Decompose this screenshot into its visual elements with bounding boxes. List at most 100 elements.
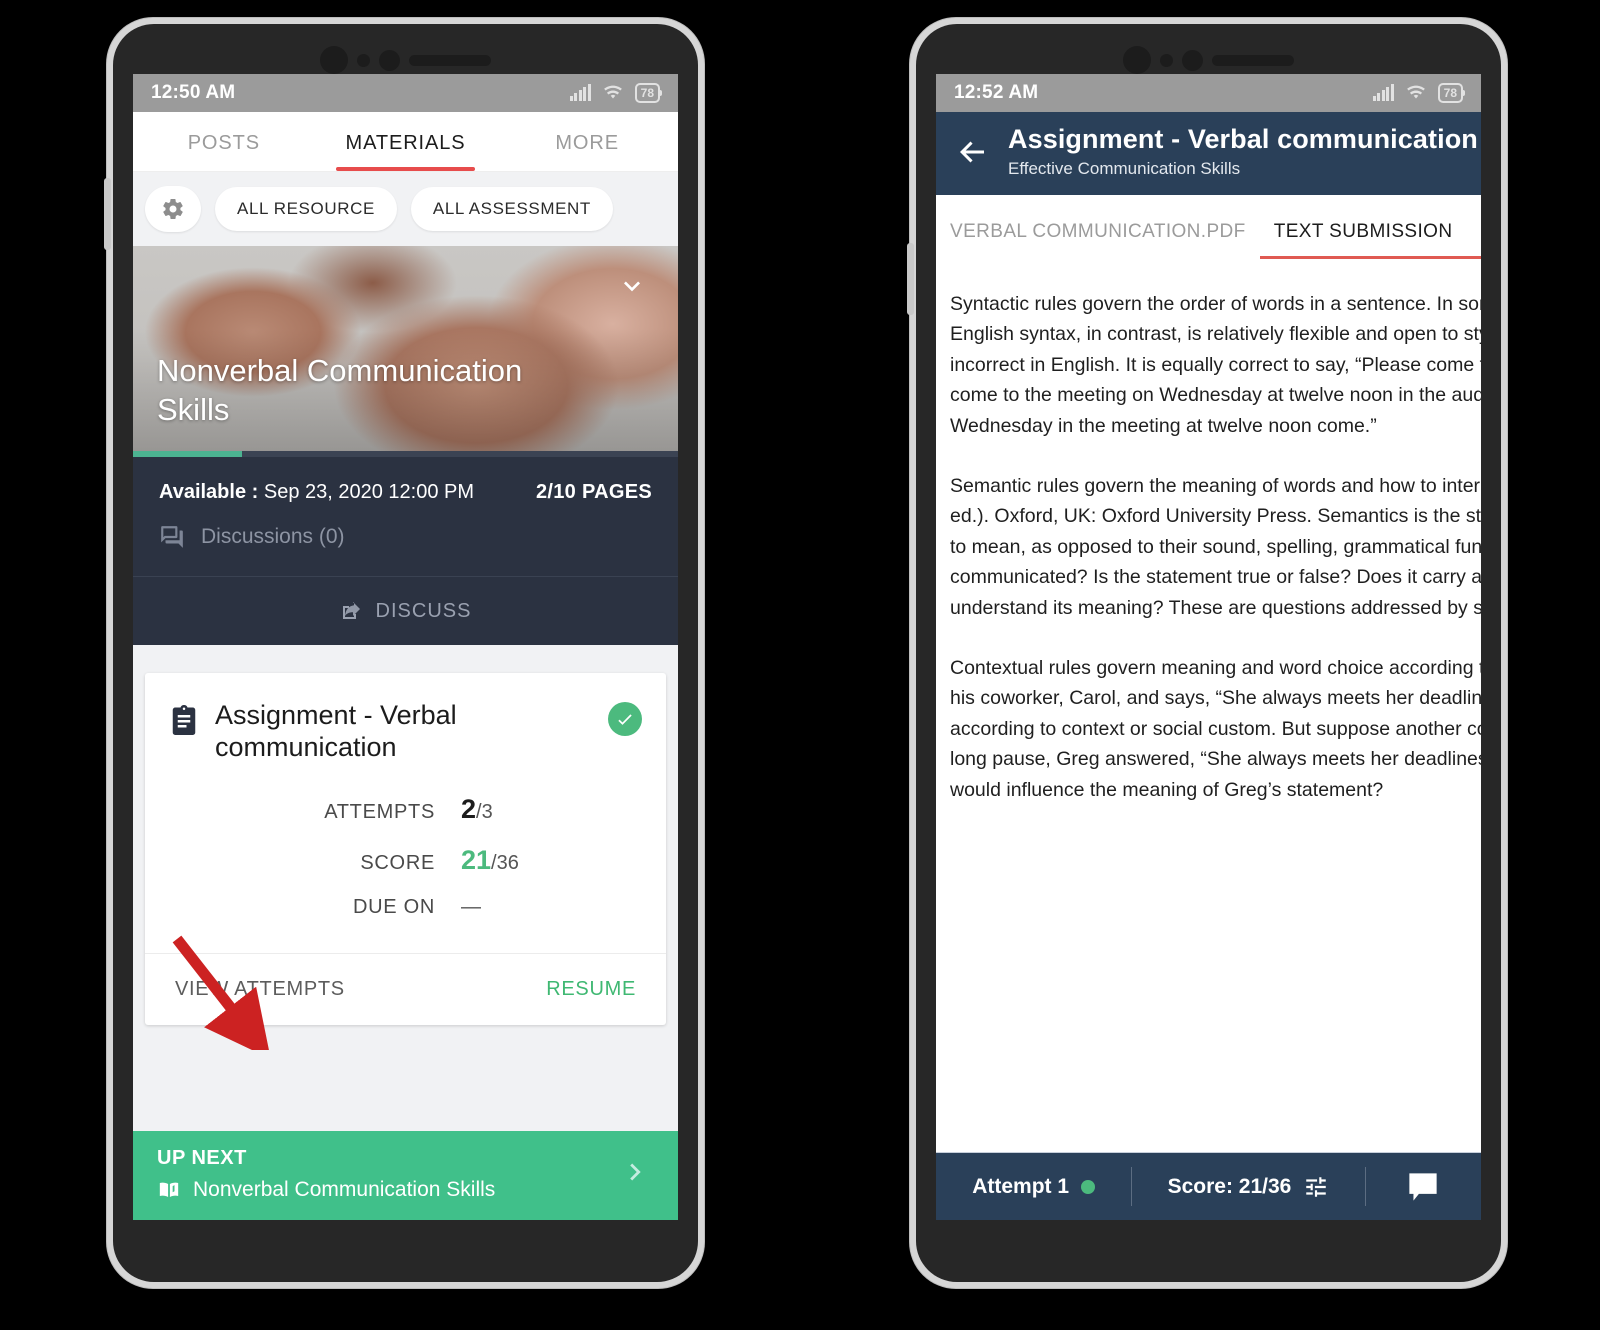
right-status-bar: 12:52 AM 78 <box>936 74 1481 112</box>
chat-button[interactable] <box>1366 1153 1481 1220</box>
up-next-text: UP NEXT Nonverbal Communication Skills <box>157 1147 495 1202</box>
right-phone-bezel: 12:52 AM 78 Assignment - Verbal communic… <box>916 24 1501 1282</box>
assignment-card[interactable]: Assignment - Verbal communication ATTEMP… <box>145 673 666 1025</box>
resume-button[interactable]: RESUME <box>546 978 636 1001</box>
assignment-title: Assignment - Verbal communication <box>215 700 457 763</box>
submission-line: to mean, as opposed to their sound, spel… <box>950 535 1481 558</box>
wifi-icon <box>602 83 624 104</box>
handshake-cover-image: Nonverbal Communication Skills <box>133 246 678 451</box>
chevron-down-icon[interactable] <box>616 270 648 302</box>
status-icons: 78 <box>569 83 663 104</box>
status-dot-icon <box>1081 1179 1096 1194</box>
right-phone-device: 12:52 AM 78 Assignment - Verbal communic… <box>907 18 1507 1288</box>
discuss-button[interactable]: DISCUSS <box>133 577 678 645</box>
materials-list: Nonverbal Communication Skills Available… <box>133 246 678 1131</box>
pages-count: 2/10 PAGES <box>535 481 652 503</box>
chevron-right-icon[interactable] <box>620 1155 654 1194</box>
tab-materials[interactable]: MATERIALS <box>315 112 497 171</box>
status-time: 12:52 AM <box>954 82 1039 103</box>
check-circle-icon <box>608 702 642 736</box>
left-status-bar: 12:50 AM 78 <box>133 74 678 112</box>
assignment-header: Assignment - Verbal communication <box>145 673 666 764</box>
signal-bars-icon <box>569 84 591 101</box>
submission-line: ed.). Oxford, UK: Oxford University Pres… <box>950 505 1481 528</box>
status-time: 12:50 AM <box>151 82 236 103</box>
assignment-stats: ATTEMPTS 2/3 SCORE 21/36 DUE ON — <box>145 764 666 953</box>
score-button[interactable]: Score: 21/36 <box>1132 1153 1364 1220</box>
submission-text-body: Syntactic rules govern the order of word… <box>936 259 1481 1152</box>
discuss-label: DISCUSS <box>375 599 472 622</box>
earpiece-speaker <box>409 54 491 66</box>
up-next-kicker: UP NEXT <box>157 1147 247 1169</box>
stat-label-due-on: DUE ON <box>353 895 435 918</box>
stat-value-attempts: 2/3 <box>461 793 493 824</box>
app-bar: Assignment - Verbal communication Effect… <box>936 112 1481 195</box>
top-tab-bar: POSTS MATERIALS MORE <box>133 112 678 172</box>
left-phone-side-button[interactable] <box>104 178 111 250</box>
submission-line: Contextual rules govern meaning and word… <box>950 657 1481 680</box>
submission-line: incorrect in English. It is equally corr… <box>950 353 1481 376</box>
available-text: Available : Sep 23, 2020 12:00 PM <box>159 481 474 504</box>
front-camera-icon <box>1123 46 1151 74</box>
screenshot-stage: 12:50 AM 78 POSTS MATERIALS MORE ALL RES… <box>0 0 1600 1330</box>
sensor-icon <box>1160 53 1173 67</box>
left-phone-screen: 12:50 AM 78 POSTS MATERIALS MORE ALL RES… <box>133 74 678 1220</box>
submission-paragraph: Contextual rules govern meaning and word… <box>950 653 1481 805</box>
right-phone-notch <box>916 46 1501 74</box>
material-card-nonverbal[interactable]: Nonverbal Communication Skills Available… <box>133 246 678 645</box>
submission-line: understand its meaning? These are questi… <box>950 596 1481 619</box>
submission-line: communicated? Is the statement true or f… <box>950 566 1481 589</box>
stat-value-due-on: — <box>461 895 481 918</box>
submission-line: would influence the meaning of Greg’s st… <box>950 778 1384 801</box>
up-next-subtitle: Nonverbal Communication Skills <box>157 1178 495 1202</box>
tab-text-submission[interactable]: TEXT SUBMISSION <box>1259 203 1481 259</box>
tab-verbal-communication-pdf[interactable]: VERBAL COMMUNICATION.PDF <box>936 203 1260 259</box>
page-title: Assignment - Verbal communication <box>1008 124 1478 154</box>
sensor-icon <box>357 53 370 67</box>
filter-settings-button[interactable] <box>145 186 201 232</box>
discussions-label: Discussions (0) <box>201 525 345 548</box>
gear-icon <box>163 199 183 219</box>
chat-bubble-icon <box>1409 1172 1437 1201</box>
page-subtitle: Effective Communication Skills <box>1008 159 1241 178</box>
comment-icon <box>161 526 183 548</box>
up-next-title: Nonverbal Communication Skills <box>193 1178 496 1201</box>
stat-row: DUE ON — <box>145 886 666 929</box>
material-title: Nonverbal Communication Skills <box>157 352 523 427</box>
submission-line: English syntax, in contrast, is relative… <box>950 323 1481 346</box>
attempt-label: Attempt 1 <box>972 1174 1070 1198</box>
attempt-selector[interactable]: Attempt 1 <box>936 1153 1131 1220</box>
assignment-actions: VIEW ATTEMPTS RESUME <box>145 954 666 1025</box>
app-bar-titles: Assignment - Verbal communication Effect… <box>1008 124 1478 179</box>
tab-posts[interactable]: POSTS <box>133 112 315 171</box>
right-phone-side-button[interactable] <box>907 243 914 315</box>
discussions-row[interactable]: Discussions (0) <box>133 524 678 576</box>
stat-label-score: SCORE <box>360 851 435 874</box>
availability-row: Available : Sep 23, 2020 12:00 PM 2/10 P… <box>133 457 678 524</box>
up-next-bar[interactable]: UP NEXT Nonverbal Communication Skills <box>133 1131 678 1220</box>
submission-paragraph: Syntactic rules govern the order of word… <box>950 289 1481 441</box>
stat-value-score: 21/36 <box>461 844 519 875</box>
filter-chip-all-resource[interactable]: ALL RESOURCE <box>215 187 397 231</box>
stat-row: ATTEMPTS 2/3 <box>145 784 666 835</box>
back-arrow-icon[interactable] <box>954 134 990 170</box>
submission-paragraph: Semantic rules govern the meaning of wor… <box>950 471 1481 623</box>
submission-line: come to the meeting on Wednesday at twel… <box>950 384 1481 407</box>
secondary-camera-icon <box>379 49 400 71</box>
view-attempts-button[interactable]: VIEW ATTEMPTS <box>175 978 345 1001</box>
tab-more[interactable]: MORE <box>496 112 678 171</box>
filter-chip-all-assessment[interactable]: ALL ASSESSMENT <box>410 187 613 231</box>
submission-line: long pause, Greg answered, “She always m… <box>950 748 1481 771</box>
submission-tab-bar: VERBAL COMMUNICATION.PDF TEXT SUBMISSION <box>936 195 1481 259</box>
earpiece-speaker <box>1212 54 1294 66</box>
available-label: Available : <box>159 481 259 503</box>
score-label: Score: 21/36 <box>1167 1174 1292 1198</box>
stat-label-attempts: ATTEMPTS <box>324 800 435 823</box>
wifi-icon <box>1405 83 1427 104</box>
signal-bars-icon <box>1372 84 1394 101</box>
left-phone-bezel: 12:50 AM 78 POSTS MATERIALS MORE ALL RES… <box>113 24 698 1282</box>
clipboard-icon <box>169 703 199 737</box>
left-phone-notch <box>113 46 698 74</box>
submission-line: according to context or social custom. B… <box>950 717 1481 740</box>
material-meta-panel: Available : Sep 23, 2020 12:00 PM 2/10 P… <box>133 457 678 645</box>
